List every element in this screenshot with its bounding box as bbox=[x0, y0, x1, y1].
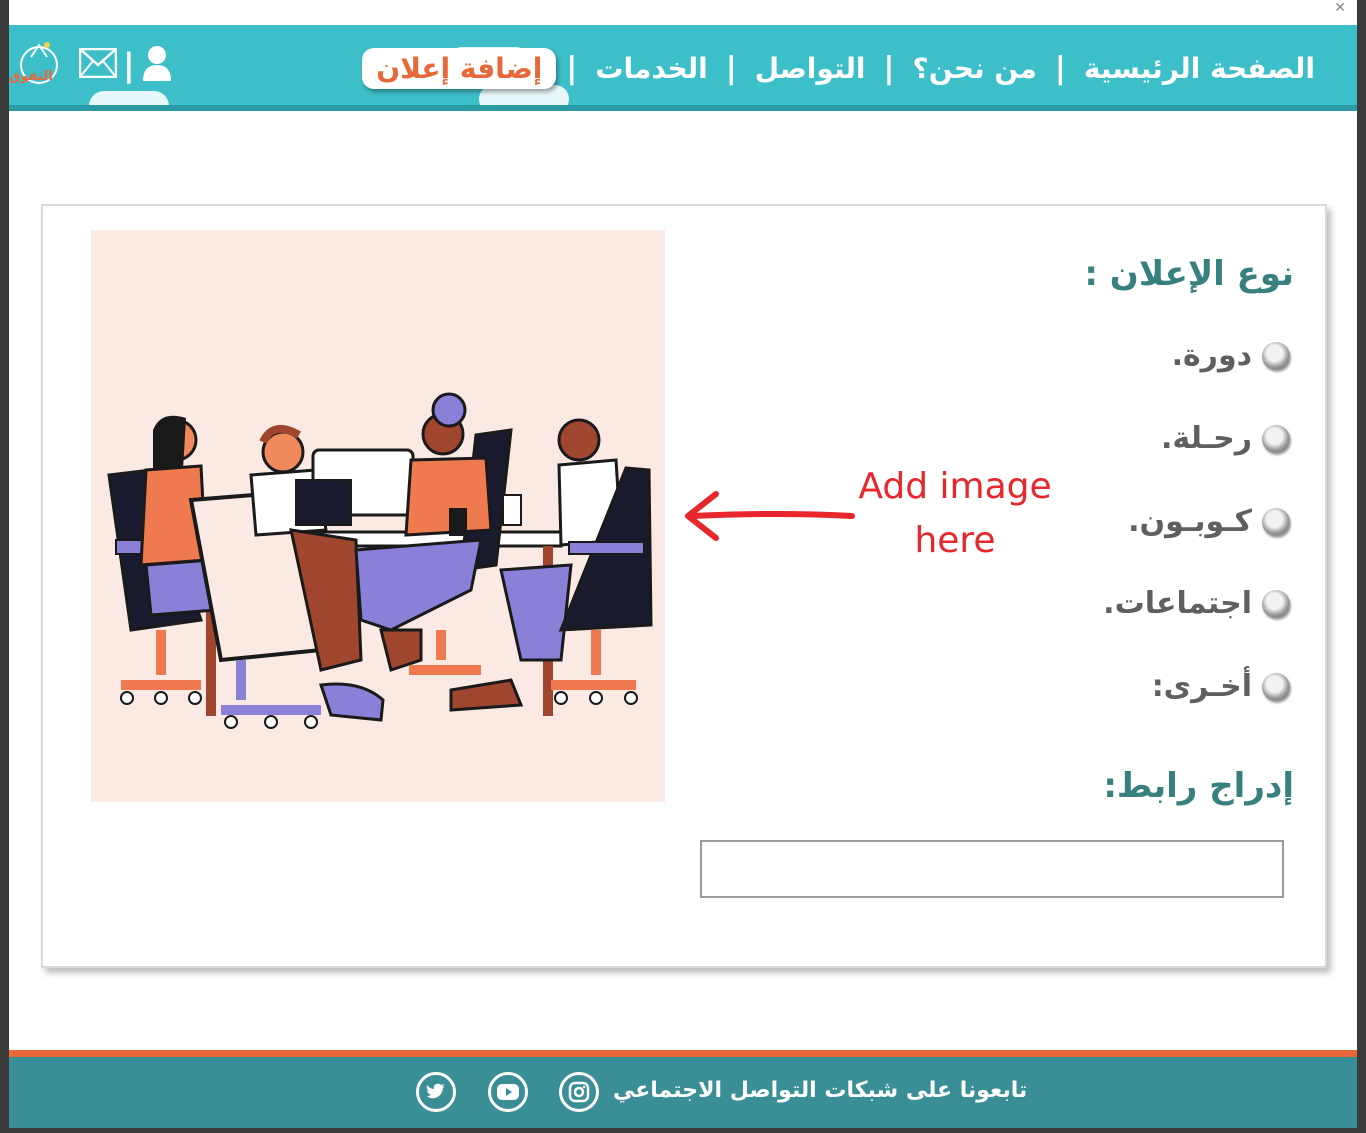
window-frame bbox=[0, 0, 1366, 1133]
